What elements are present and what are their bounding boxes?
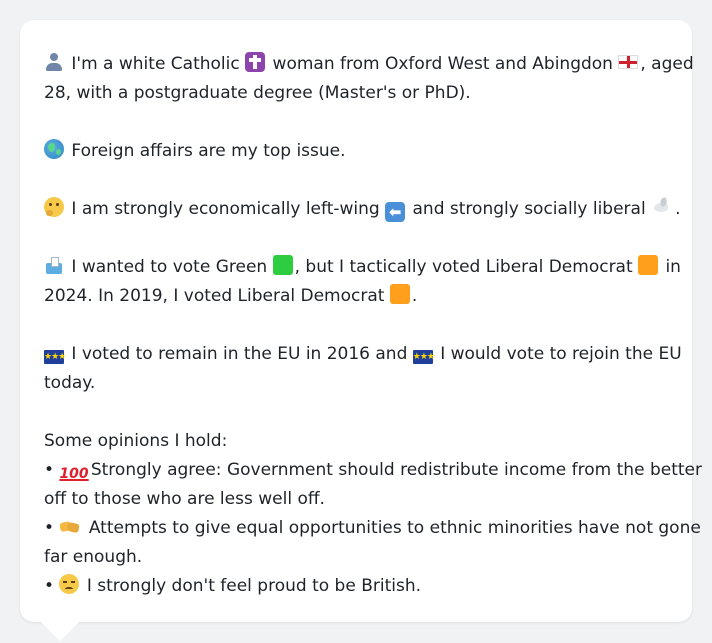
message-bubble: I'm a white Catholic woman from Oxford W… xyxy=(20,20,702,622)
vote-text-c: in xyxy=(665,257,681,277)
opinions-heading: Some opinions I hold: xyxy=(44,431,228,451)
eu-text-a: I voted to remain in the EU in 2016 and xyxy=(71,344,408,364)
opinion-1-line-2: off to those who are less well off. xyxy=(44,489,325,509)
profile-text-a: I'm a white Catholic xyxy=(71,54,240,74)
vote-line-2: 2024. In 2019, I voted Liberal Democrat … xyxy=(44,282,668,311)
bullet: • xyxy=(44,576,55,596)
profile-line-2: 28, with a postgraduate degree (Master's… xyxy=(44,83,471,103)
globe-icon xyxy=(44,139,64,159)
vote-text-e: . xyxy=(411,286,418,306)
latin-cross-icon xyxy=(245,52,266,72)
england-flag-icon xyxy=(618,55,639,69)
bubble-tail xyxy=(40,621,80,641)
opinion-2-line-2: far enough. xyxy=(44,547,143,567)
thinking-face-icon xyxy=(44,197,64,217)
ideology-text-a: I am strongly economically left-wing xyxy=(71,199,380,219)
handshake-icon xyxy=(59,516,81,536)
eu-line-1: ★★★ I voted to remain in the EU in 2016 … xyxy=(44,340,682,369)
ideology-text-b: and strongly socially liberal xyxy=(412,199,646,219)
eu-line-2: today. xyxy=(44,373,96,393)
eu-flag-icon: ★★★ xyxy=(44,350,66,364)
opinion-1-text: Strongly agree: Government should redist… xyxy=(90,460,702,480)
ideology-text-c: . xyxy=(675,199,681,219)
opinion-2-line-1: • Attempts to give equal opportunities t… xyxy=(44,514,701,543)
bullet: • xyxy=(44,460,55,480)
orange-square-icon xyxy=(638,255,659,275)
profile-paragraph: I'm a white Catholic woman from Oxford W… xyxy=(44,50,694,108)
eu-text-b: I would vote to rejoin the EU xyxy=(440,344,682,364)
person-icon xyxy=(44,52,64,72)
profile-text-b: woman from Oxford West and Abingdon xyxy=(272,54,613,74)
vote-text-a: I wanted to vote Green xyxy=(71,257,268,277)
eu-flag-icon: ★★★ xyxy=(412,350,435,364)
vote-text-b: , but I tactically voted Liberal Democra… xyxy=(294,257,633,277)
vote-line-1: I wanted to vote Green , but I tacticall… xyxy=(44,253,681,282)
issue-line: Foreign affairs are my top issue. xyxy=(44,137,668,166)
dove-icon xyxy=(651,197,673,217)
disappointed-face-icon xyxy=(59,574,80,594)
ideology-paragraph: I am strongly economically left-wing ⬅ a… xyxy=(44,195,681,224)
hundred-points-icon: 100 xyxy=(59,466,89,482)
vote-paragraph: I wanted to vote Green , but I tacticall… xyxy=(44,253,681,311)
green-square-icon xyxy=(272,255,293,275)
issue-text: Foreign affairs are my top issue. xyxy=(71,141,346,161)
eu-paragraph: ★★★ I voted to remain in the EU in 2016 … xyxy=(44,340,682,398)
issue-paragraph: Foreign affairs are my top issue. xyxy=(44,137,668,166)
left-arrow-icon: ⬅ xyxy=(385,202,406,222)
ballot-box-icon xyxy=(44,255,64,275)
vote-text-d: 2024. In 2019, I voted Liberal Democrat xyxy=(44,286,385,306)
opinion-2-text: Attempts to give equal opportunities to … xyxy=(88,518,701,538)
ideology-line: I am strongly economically left-wing ⬅ a… xyxy=(44,195,681,224)
orange-square-icon xyxy=(389,284,410,304)
bullet: • xyxy=(44,518,55,538)
opinion-1-line-1: • 100 Strongly agree: Government should … xyxy=(44,456,702,485)
opinion-3-line-1: • I strongly don't feel proud to be Brit… xyxy=(44,572,668,601)
profile-line-1: I'm a white Catholic woman from Oxford W… xyxy=(44,50,694,79)
opinions-paragraph: Some opinions I hold: • 100 Strongly agr… xyxy=(44,427,702,601)
profile-text-c: , aged xyxy=(640,54,694,74)
opinion-3-text: I strongly don't feel proud to be Britis… xyxy=(86,576,421,596)
